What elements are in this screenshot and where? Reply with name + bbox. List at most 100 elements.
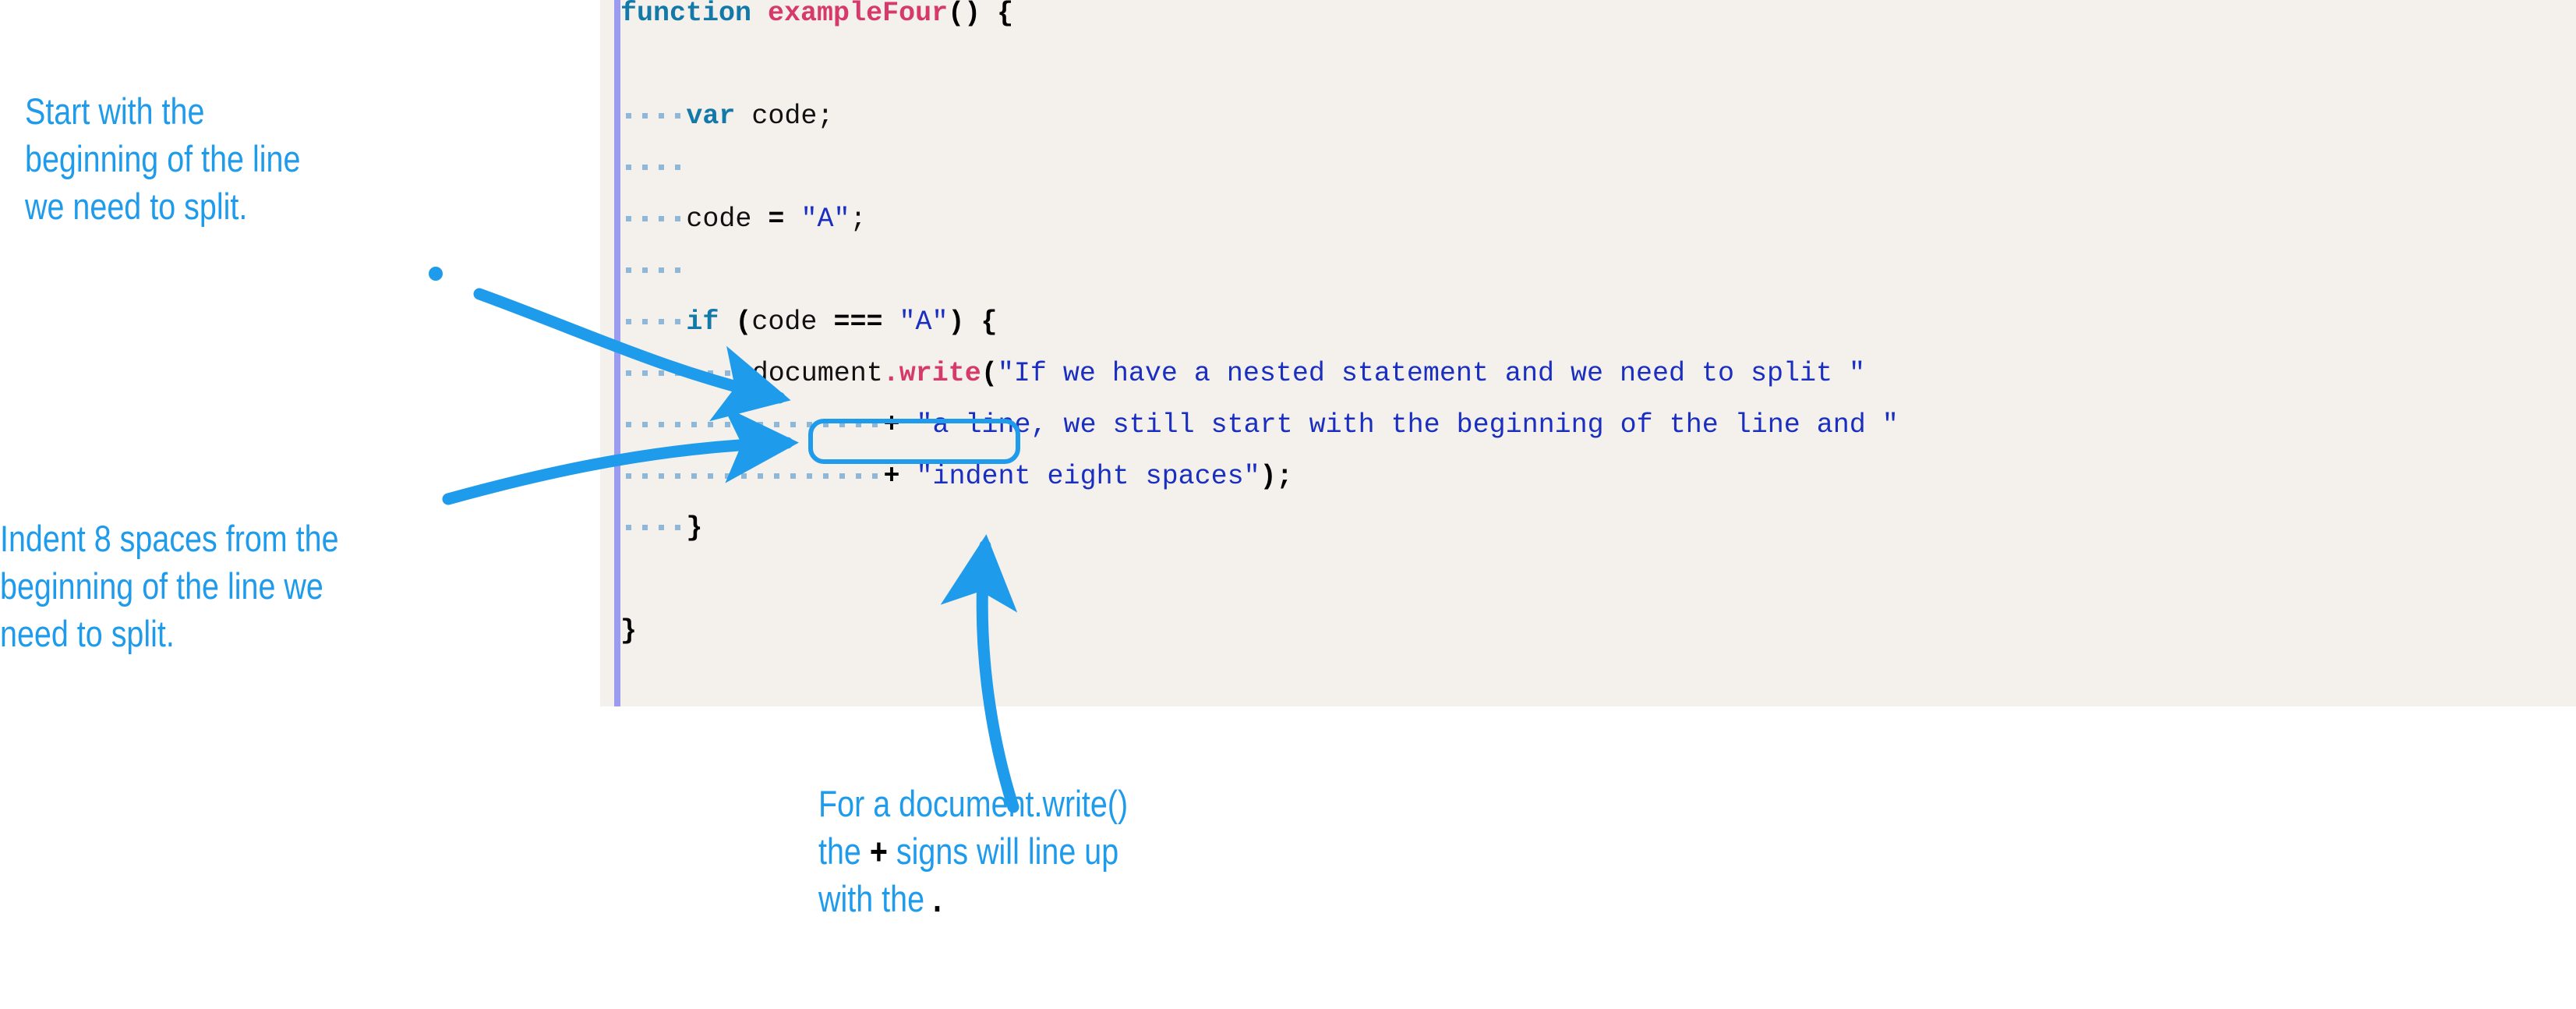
space-dot-icon xyxy=(637,508,653,535)
code-line: function exampleFour() { xyxy=(620,0,1899,39)
plus-operator-glyph: + xyxy=(869,830,888,872)
space-dot-icon xyxy=(867,405,883,432)
code-token-punc: () { xyxy=(948,0,1014,29)
space-dot-icon xyxy=(620,302,637,329)
space-dot-icon xyxy=(670,147,686,175)
code-token-punc: ( xyxy=(735,306,752,338)
code-token-plain: document xyxy=(751,358,883,389)
space-dot-icon xyxy=(620,250,637,278)
code-line: document.write("If we have a nested stat… xyxy=(620,348,1899,399)
code-token-op: === xyxy=(833,306,883,338)
code-token-kw: if xyxy=(686,306,719,338)
space-dot-icon xyxy=(620,199,637,226)
space-dot-icon xyxy=(818,456,834,483)
code-token-str: "A" xyxy=(800,204,850,235)
code-listing: function exampleFour() { var code; code =… xyxy=(620,0,1899,657)
code-line xyxy=(620,142,1899,193)
space-dot-icon xyxy=(834,405,850,432)
space-dot-icon xyxy=(769,456,785,483)
code-line: var code; xyxy=(620,90,1899,142)
code-token-op: + xyxy=(883,409,900,441)
annotation-plus-line2-suffix: signs will line up xyxy=(887,830,1119,872)
space-dot-icon xyxy=(719,353,736,381)
code-token-kw: var xyxy=(686,101,736,132)
code-gutter-rule xyxy=(614,0,620,706)
space-dot-icon xyxy=(653,508,670,535)
space-dot-icon xyxy=(736,405,752,432)
space-dot-icon xyxy=(834,456,850,483)
space-dot-icon xyxy=(801,456,818,483)
space-dot-icon xyxy=(637,405,653,432)
space-dot-icon xyxy=(637,199,653,226)
space-dot-icon xyxy=(670,353,686,381)
space-dot-icon xyxy=(670,250,686,278)
code-line: } xyxy=(620,605,1899,657)
annotation-indent-eight-spaces: Indent 8 spaces from the beginning of th… xyxy=(0,518,339,654)
space-dot-icon xyxy=(686,405,702,432)
space-dot-icon xyxy=(670,456,686,483)
space-dot-icon xyxy=(769,405,785,432)
code-token-fname: exampleFour xyxy=(768,0,949,29)
space-dot-icon xyxy=(653,96,670,123)
code-token-punc: ); xyxy=(1260,461,1293,492)
code-token-punc: ) { xyxy=(948,306,998,338)
space-dot-icon xyxy=(670,96,686,123)
code-token-punc: } xyxy=(620,615,638,646)
space-dot-icon xyxy=(620,147,637,175)
space-dot-icon xyxy=(752,456,769,483)
space-dot-icon xyxy=(670,508,686,535)
space-dot-icon xyxy=(670,199,686,226)
annotation-plus-alignment: For a document.write() the + signs will l… xyxy=(818,780,1185,922)
code-line: + "indent eight spaces"); xyxy=(620,451,1899,502)
code-token-fname: .write xyxy=(882,358,981,389)
space-dot-icon xyxy=(653,302,670,329)
annotation-start-of-line: Start with the beginning of the line we … xyxy=(25,90,301,227)
space-dot-icon xyxy=(719,405,736,432)
space-dot-icon xyxy=(620,405,637,432)
space-dot-icon xyxy=(867,456,883,483)
code-line: + "a line, we still start with the begin… xyxy=(620,399,1899,451)
code-token-str: "a line, we still start with the beginni… xyxy=(916,409,1899,441)
space-dot-icon xyxy=(850,456,867,483)
space-dot-icon xyxy=(637,302,653,329)
space-dot-icon xyxy=(620,508,637,535)
code-token-plain: code; xyxy=(735,101,834,132)
code-token-plain: ; xyxy=(850,204,867,235)
space-dot-icon xyxy=(686,456,702,483)
code-line: code = "A"; xyxy=(620,193,1899,245)
annotation-plus-line1: For a document.write() xyxy=(818,783,1129,824)
space-dot-icon xyxy=(653,199,670,226)
code-token-op: + xyxy=(883,461,900,492)
space-dot-icon xyxy=(653,405,670,432)
space-dot-icon xyxy=(637,96,653,123)
space-dot-icon xyxy=(620,456,637,483)
space-dot-icon xyxy=(670,302,686,329)
space-dot-icon xyxy=(637,250,653,278)
code-token-op: = xyxy=(768,204,785,235)
code-token-kw: function xyxy=(620,0,752,29)
space-dot-icon xyxy=(736,353,752,381)
code-token-punc: } xyxy=(686,512,703,543)
space-dot-icon xyxy=(653,147,670,175)
space-dot-icon xyxy=(620,353,637,381)
space-dot-icon xyxy=(801,405,818,432)
space-dot-icon xyxy=(752,405,769,432)
code-token-str: "indent eight spaces" xyxy=(916,461,1260,492)
space-dot-icon xyxy=(785,405,801,432)
code-line: if (code === "A") { xyxy=(620,296,1899,348)
code-token-str: "A" xyxy=(899,306,949,338)
code-token-punc: ( xyxy=(981,358,998,389)
space-dot-icon xyxy=(719,456,736,483)
code-token-plain: code xyxy=(686,204,769,235)
code-line: } xyxy=(620,502,1899,554)
space-dot-icon xyxy=(670,405,686,432)
dot-operator-glyph: . xyxy=(933,878,942,919)
